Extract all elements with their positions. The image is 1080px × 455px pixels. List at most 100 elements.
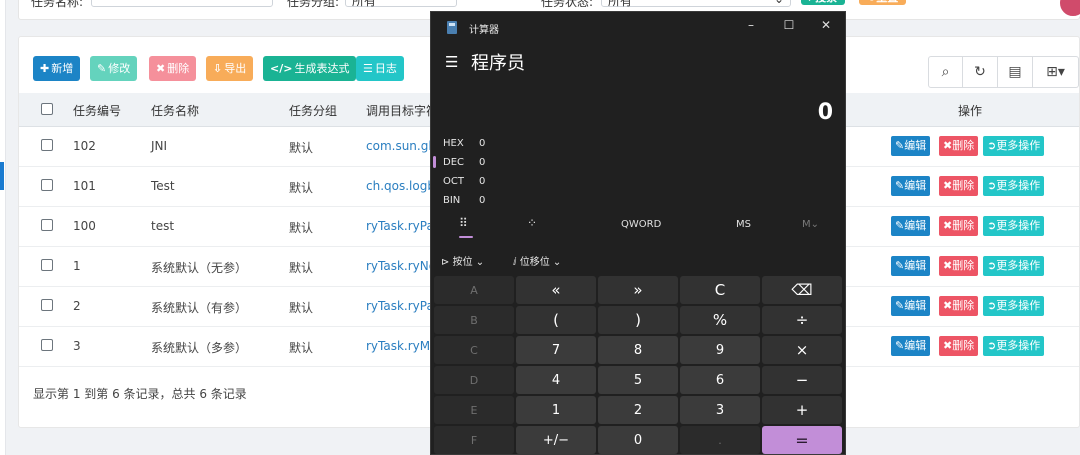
key-equals[interactable]: = <box>762 426 842 454</box>
bitshift-dropdown[interactable]: ⅈ 位移位 ⌄ <box>513 253 561 268</box>
radix-bin[interactable]: BIN 0 <box>443 195 485 206</box>
key-plus[interactable]: + <box>762 396 842 424</box>
key-minus[interactable]: − <box>762 366 842 394</box>
delete-button[interactable]: ✖ 删除 <box>149 56 197 81</box>
maximize-icon[interactable]: ☐ <box>779 18 799 32</box>
col-task-group[interactable]: 任务分组 <box>289 102 337 119</box>
row-edit-button[interactable]: ✎编辑 <box>891 256 931 276</box>
row-checkbox[interactable] <box>41 139 53 151</box>
key-shift-right[interactable]: » <box>598 276 678 304</box>
task-status-select[interactable]: 所有 ⌄ <box>601 0 791 8</box>
row-delete-button[interactable]: ✖删除 <box>939 336 979 356</box>
row-checkbox[interactable] <box>41 179 53 191</box>
task-group: 默认 <box>289 141 314 155</box>
search-icon[interactable]: ⌕ <box>928 56 963 88</box>
key-c-hex[interactable]: C <box>434 336 514 364</box>
col-task-id[interactable]: 任务编号 <box>73 102 121 119</box>
row-delete-button[interactable]: ✖删除 <box>939 256 979 276</box>
row-more-actions-button[interactable]: ➲更多操作 <box>983 136 1045 156</box>
minimize-icon[interactable]: – <box>741 18 761 32</box>
key-d[interactable]: D <box>434 366 514 394</box>
row-delete-button[interactable]: ✖删除 <box>939 176 979 196</box>
search-button[interactable]: ⌕搜索 <box>801 0 846 5</box>
radix-dec[interactable]: DEC 0 <box>443 157 485 168</box>
add-button[interactable]: ✚ 新增 <box>33 56 81 81</box>
generate-expression-button[interactable]: </> 生成表达式 <box>263 56 357 81</box>
export-button-label: 导出 <box>224 62 247 75</box>
row-more-actions-button[interactable]: ➲更多操作 <box>983 336 1045 356</box>
refresh-icon[interactable]: ↻ <box>963 56 998 88</box>
key-open-paren[interactable]: ( <box>516 306 596 334</box>
key-a[interactable]: A <box>434 276 514 304</box>
key-multiply[interactable]: × <box>762 336 842 364</box>
col-task-name[interactable]: 任务名称 <box>151 102 199 119</box>
radix-hex[interactable]: HEX 0 <box>443 138 485 149</box>
task-name-input[interactable] <box>91 0 273 7</box>
row-delete-button[interactable]: ✖删除 <box>939 296 979 316</box>
row-checkbox[interactable] <box>41 299 53 311</box>
key-2[interactable]: 2 <box>598 396 678 424</box>
menu-icon[interactable]: ☰ <box>445 53 458 71</box>
reset-button[interactable]: ↻重置 <box>859 0 907 5</box>
grid-dropdown-icon[interactable]: ⊞▾ <box>1033 56 1079 88</box>
key-0[interactable]: 0 <box>598 426 678 454</box>
key-clear[interactable]: C <box>680 276 760 304</box>
key-8[interactable]: 8 <box>598 336 678 364</box>
reset-button-label: 重置 <box>876 0 898 4</box>
row-more-actions-button[interactable]: ➲更多操作 <box>983 256 1045 276</box>
columns-icon[interactable]: ▤ <box>998 56 1033 88</box>
edit-button[interactable]: ✎ 修改 <box>90 56 138 81</box>
export-button[interactable]: ⇩ 导出 <box>206 56 254 81</box>
key-5[interactable]: 5 <box>598 366 678 394</box>
key-b[interactable]: B <box>434 306 514 334</box>
row-delete-button[interactable]: ✖删除 <box>939 216 979 236</box>
select-all-checkbox[interactable] <box>41 103 53 115</box>
row-edit-button[interactable]: ✎编辑 <box>891 216 931 236</box>
col-invoke-target[interactable]: 调用目标字符 <box>366 102 438 119</box>
task-group-select[interactable]: 所有 <box>345 0 457 8</box>
memory-button[interactable]: M⌄ <box>802 219 819 230</box>
key-4[interactable]: 4 <box>516 366 596 394</box>
key-6[interactable]: 6 <box>680 366 760 394</box>
col-actions: 操作 <box>958 104 983 118</box>
key-e[interactable]: E <box>434 396 514 424</box>
close-icon[interactable]: ✕ <box>816 18 836 32</box>
key-close-paren[interactable]: ) <box>598 306 678 334</box>
invoke-target-link[interactable]: com.sun.gla <box>366 139 439 153</box>
key-3[interactable]: 3 <box>680 396 760 424</box>
row-more-actions-button[interactable]: ➲更多操作 <box>983 216 1045 236</box>
key-1[interactable]: 1 <box>516 396 596 424</box>
invoke-target-link[interactable]: ryTask.ryPar <box>366 299 439 313</box>
key-decimal[interactable]: . <box>680 426 760 454</box>
row-checkbox[interactable] <box>41 219 53 231</box>
row-edit-label: 编辑 <box>904 259 927 272</box>
invoke-target-link[interactable]: ryTask.ryPar <box>366 219 439 233</box>
word-size-button[interactable]: QWORD <box>621 219 661 230</box>
bitwise-dropdown[interactable]: ⊳ 按位 ⌄ <box>441 253 484 268</box>
key-shift-left[interactable]: « <box>516 276 596 304</box>
invoke-target-link[interactable]: ryTask.ryNo <box>366 259 436 273</box>
row-edit-button[interactable]: ✎编辑 <box>891 336 931 356</box>
row-more-actions-button[interactable]: ➲更多操作 <box>983 296 1045 316</box>
key-negate[interactable]: +/− <box>516 426 596 454</box>
row-edit-button[interactable]: ✎编辑 <box>891 296 931 316</box>
key-9[interactable]: 9 <box>680 336 760 364</box>
key-7[interactable]: 7 <box>516 336 596 364</box>
invoke-target-link[interactable]: ryTask.ryMu <box>366 339 438 353</box>
row-edit-button[interactable]: ✎编辑 <box>891 176 931 196</box>
log-button[interactable]: ☰ 日志 <box>356 56 404 81</box>
row-more-actions-button[interactable]: ➲更多操作 <box>983 176 1045 196</box>
key-divide[interactable]: ÷ <box>762 306 842 334</box>
keypad-icon[interactable]: ⠿ <box>459 216 468 230</box>
key-f[interactable]: F <box>434 426 514 454</box>
memory-store-button[interactable]: MS <box>736 219 751 230</box>
radix-oct[interactable]: OCT 0 <box>443 176 485 187</box>
row-checkbox[interactable] <box>41 259 53 271</box>
key-percent[interactable]: % <box>680 306 760 334</box>
row-checkbox[interactable] <box>41 339 53 351</box>
row-edit-button[interactable]: ✎编辑 <box>891 136 931 156</box>
key-backspace[interactable]: ⌫ <box>762 276 842 304</box>
bit-toggle-icon[interactable]: ⁘ <box>527 216 537 230</box>
calculator-titlebar[interactable]: 计算器 – ☐ ✕ <box>431 12 845 44</box>
row-delete-button[interactable]: ✖删除 <box>939 136 979 156</box>
